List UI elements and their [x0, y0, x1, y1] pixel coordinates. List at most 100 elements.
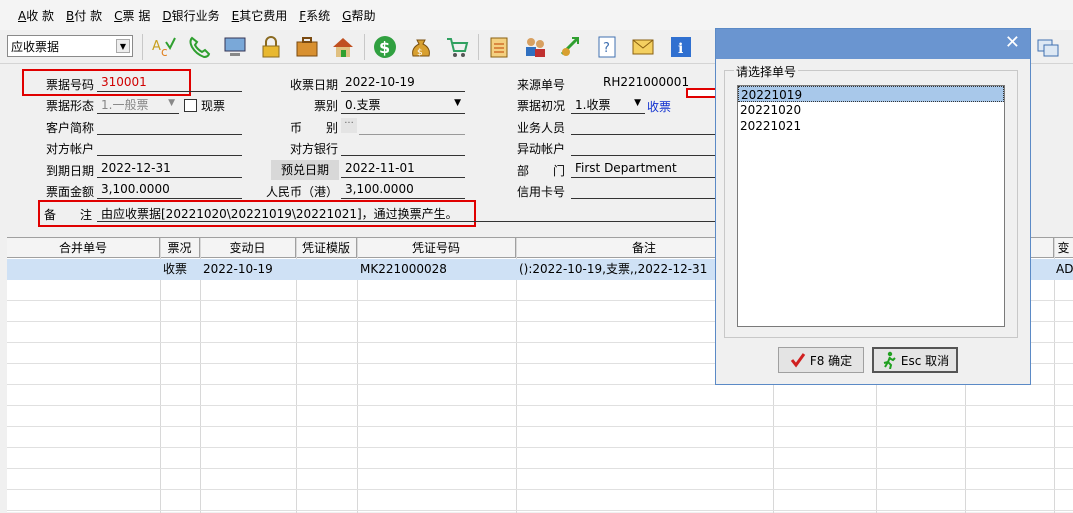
col-merge-no[interactable]: 合并单号	[7, 238, 160, 258]
list-item[interactable]: 20221021	[738, 118, 1004, 134]
bill-type-label: 票别	[314, 99, 339, 113]
cart-icon[interactable]	[444, 34, 470, 60]
svg-text:i: i	[678, 41, 683, 57]
bill-no-field[interactable]: 310001	[97, 75, 242, 92]
col-voucher-no[interactable]: 凭证号码	[357, 238, 516, 258]
select-number-dialog: ✕ 请选择单号 20221019 20221020 20221021 F8 确定…	[715, 28, 1031, 385]
cancel-label: Esc 取消	[900, 353, 950, 368]
pre-cash-date-button[interactable]: 预兑日期	[271, 160, 339, 180]
counter-acct-field[interactable]	[97, 139, 242, 156]
users-icon[interactable]	[522, 34, 548, 60]
list-item[interactable]: 20221019	[738, 86, 1004, 102]
lock-icon[interactable]	[258, 34, 284, 60]
number-listbox[interactable]: 20221019 20221020 20221021	[737, 85, 1005, 327]
remark-field[interactable]: 由应收票据[20221020\20221019\20221021]，通过换票产生…	[97, 205, 715, 222]
help-doc-icon[interactable]: ?	[594, 34, 620, 60]
counter-bank-field[interactable]	[341, 139, 465, 156]
change-acct-field[interactable]	[571, 139, 717, 156]
rmb-label: 人民币（港）	[266, 185, 339, 199]
currency-label: 币 别	[290, 121, 339, 135]
svg-text:$: $	[379, 38, 390, 57]
menu-receive[interactable]: A收 款	[18, 7, 54, 24]
card-field[interactable]	[571, 182, 717, 199]
chevron-down-icon: ▼	[634, 98, 641, 108]
svg-text:c: c	[161, 45, 168, 59]
transfer-icon[interactable]	[558, 34, 584, 60]
bill-form-label: 票据形态	[46, 99, 95, 113]
source-no-label: 来源单号	[517, 78, 566, 92]
bill-no-label: 票据号码	[46, 78, 95, 92]
col-status[interactable]: 票况	[160, 238, 200, 258]
menu-system[interactable]: F系统	[299, 7, 330, 24]
house-icon[interactable]	[330, 34, 356, 60]
chevron-down-icon: ▼	[454, 98, 461, 108]
due-date-label: 到期日期	[46, 164, 95, 178]
clipboard-icon[interactable]	[486, 34, 512, 60]
dollar-icon[interactable]: $	[372, 34, 398, 60]
customer-label: 客户简称	[46, 121, 95, 135]
bill-form-value: 1.一般票	[101, 98, 149, 112]
recv-date-label: 收票日期	[290, 78, 339, 92]
close-icon[interactable]: ✕	[1005, 33, 1020, 53]
due-date-field[interactable]: 2022-12-31	[97, 161, 242, 178]
bill-form: 票据号码 310001 票据形态 1.一般票 ▼ 现票 客户简称 对方帐户 到期日…	[7, 66, 717, 231]
cash-checkbox[interactable]	[184, 99, 197, 112]
dept-label: 部 门	[517, 164, 566, 178]
dept-field[interactable]: First Department	[571, 161, 717, 178]
currency-lookup-button[interactable]: ···	[341, 118, 357, 133]
menu-pay[interactable]: B付 款	[66, 7, 102, 24]
customer-field[interactable]	[97, 118, 242, 135]
menu-bar: A收 款 B付 款 C票 据 D银行业务 E其它费用 F系统 G帮助	[0, 0, 1073, 30]
bill-init-value: 1.收票	[575, 98, 611, 112]
group-label: 请选择单号	[734, 63, 799, 80]
cell-status[interactable]: 收票	[160, 259, 200, 280]
briefcase-icon[interactable]	[294, 34, 320, 60]
cell-template[interactable]	[296, 259, 357, 280]
menu-bill[interactable]: C票 据	[114, 7, 150, 24]
chevron-down-icon[interactable]: ▼	[116, 39, 130, 53]
chevron-down-icon: ▼	[168, 98, 175, 108]
list-item[interactable]: 20221020	[738, 102, 1004, 118]
counter-acct-label: 对方帐户	[46, 142, 95, 156]
cell-change[interactable]: AD	[1054, 259, 1073, 280]
phone-icon[interactable]	[186, 34, 212, 60]
cell-voucher-no[interactable]: MK221000028	[357, 259, 516, 280]
window-icon[interactable]	[1035, 34, 1061, 60]
mail-icon[interactable]	[630, 34, 656, 60]
money-bag-icon[interactable]: $	[408, 34, 434, 60]
confirm-button[interactable]: F8 确定	[778, 347, 864, 373]
bill-init-select[interactable]: 1.收票 ▼	[571, 96, 645, 114]
menu-help[interactable]: G帮助	[342, 7, 375, 24]
remark-label: 备 注	[44, 208, 93, 222]
bill-form-select[interactable]: 1.一般票 ▼	[97, 96, 179, 114]
pre-cash-date-field[interactable]: 2022-11-01	[341, 161, 465, 178]
number-group: 请选择单号 20221019 20221020 20221021	[724, 63, 1018, 338]
currency-field[interactable]	[359, 118, 465, 135]
computer-icon[interactable]	[222, 34, 248, 60]
face-amount-label: 票面金额	[46, 185, 95, 199]
dialog-titlebar[interactable]: ✕	[716, 29, 1030, 59]
svg-text:?: ?	[603, 41, 610, 56]
check-icon	[790, 353, 806, 368]
cell-change-date[interactable]: 2022-10-19	[200, 259, 296, 280]
running-man-icon	[883, 351, 896, 369]
col-change-date[interactable]: 变动日	[200, 238, 296, 258]
menu-other-fees[interactable]: E其它费用	[232, 7, 288, 24]
rmb-field[interactable]: 3,100.0000	[341, 182, 465, 199]
col-change[interactable]: 变	[1054, 238, 1073, 258]
info-icon[interactable]: i	[668, 34, 694, 60]
face-amount-field[interactable]: 3,100.0000	[97, 182, 242, 199]
bill-init-link[interactable]: 收票	[647, 98, 671, 115]
spell-check-icon[interactable]: Ac	[150, 34, 176, 60]
module-select[interactable]: 应收票据 ▼	[7, 35, 133, 57]
col-template[interactable]: 凭证模版	[296, 238, 357, 258]
bill-type-value: 0.支票	[345, 98, 381, 112]
bill-type-select[interactable]: 0.支票 ▼	[341, 96, 465, 114]
card-label: 信用卡号	[517, 185, 566, 199]
cancel-button[interactable]: Esc 取消	[872, 347, 958, 373]
bill-init-label: 票据初况	[517, 99, 566, 113]
menu-bank[interactable]: D银行业务	[162, 7, 219, 24]
cell-merge-no[interactable]	[7, 259, 160, 280]
recv-date-field[interactable]: 2022-10-19	[341, 75, 465, 92]
sales-field[interactable]	[571, 118, 717, 135]
